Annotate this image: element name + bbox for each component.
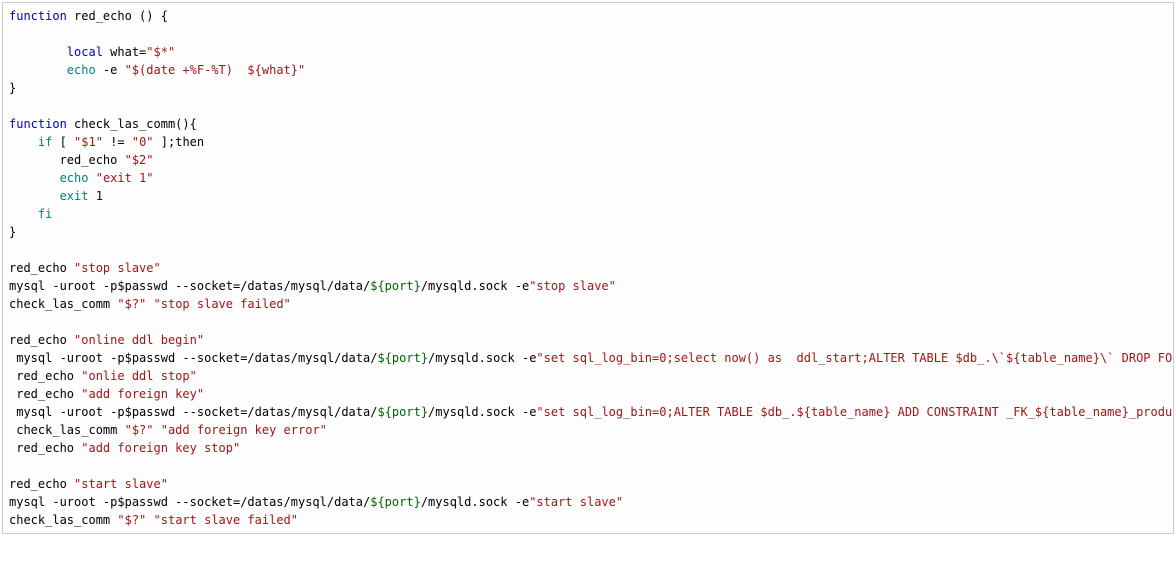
string-literal: "start slave" [74, 477, 168, 491]
keyword-echo: echo [9, 63, 96, 77]
keyword-function: function [9, 9, 67, 23]
code-text: 1 [88, 189, 102, 203]
code-text: -e [96, 63, 125, 77]
code-text: red_echo [9, 477, 74, 491]
variable: ${port} [370, 495, 421, 509]
code-text: mysql -uroot -p$passwd --socket=/datas/m… [9, 495, 370, 509]
code-text: } [9, 81, 16, 95]
code-text [154, 423, 161, 437]
variable: ${port} [377, 405, 428, 419]
string-literal: "exit 1" [96, 171, 154, 185]
string-literal: "add foreign key error" [161, 423, 327, 437]
string-literal: "$?" [125, 423, 154, 437]
code-text: red_echo [9, 387, 81, 401]
code-text: != [103, 135, 132, 149]
code-text: red_echo [9, 153, 125, 167]
code-text: /mysqld.sock -e [421, 495, 529, 509]
string-literal: "stop slave failed" [154, 297, 291, 311]
code-text [146, 513, 153, 527]
code-text: check_las_comm [9, 297, 117, 311]
string-literal: "$?" [117, 513, 146, 527]
keyword-if: if [9, 135, 52, 149]
string-literal: "0" [132, 135, 154, 149]
code-text [88, 171, 95, 185]
keyword-local: local [9, 45, 103, 59]
string-literal: "set sql_log_bin=0;select now() as ddl_s… [536, 351, 1174, 365]
string-literal: "stop slave" [74, 261, 161, 275]
variable: ${port} [377, 351, 428, 365]
code-block: function red_echo () { local what="$*" e… [2, 2, 1174, 534]
keyword-function: function [9, 117, 67, 131]
variable: ${port} [370, 279, 421, 293]
code-text: check_las_comm [9, 513, 117, 527]
code-text: red_echo [9, 441, 81, 455]
string-literal: "start slave" [529, 495, 623, 509]
string-literal: "$(date +%F-%T) ${what}" [125, 63, 306, 77]
string-literal: "add foreign key" [81, 387, 204, 401]
code-text: red_echo [9, 369, 81, 383]
code-text: /mysqld.sock -e [428, 351, 536, 365]
string-literal: "set sql_log_bin=0;ALTER TABLE $db_.${ta… [536, 405, 1174, 419]
code-text: red_echo () { [67, 9, 168, 23]
code-text: /mysqld.sock -e [428, 405, 536, 419]
code-text: what= [103, 45, 146, 59]
string-literal: "onlie ddl stop" [81, 369, 197, 383]
keyword-echo: echo [9, 171, 88, 185]
code-text: /mysqld.sock -e [421, 279, 529, 293]
string-literal: "add foreign key stop" [81, 441, 240, 455]
string-literal: "$*" [146, 45, 175, 59]
string-literal: "$?" [117, 297, 146, 311]
code-text: ];then [154, 135, 205, 149]
string-literal: "$1" [74, 135, 103, 149]
code-text: [ [52, 135, 74, 149]
code-text: check_las_comm [9, 423, 125, 437]
code-text: red_echo [9, 333, 74, 347]
code-text: } [9, 225, 16, 239]
code-text: mysql -uroot -p$passwd --socket=/datas/m… [9, 279, 370, 293]
code-text: check_las_comm(){ [67, 117, 197, 131]
code-text [146, 297, 153, 311]
code-text: red_echo [9, 261, 74, 275]
code-text: mysql -uroot -p$passwd --socket=/datas/m… [9, 405, 377, 419]
string-literal: "start slave failed" [154, 513, 299, 527]
keyword-exit: exit [9, 189, 88, 203]
keyword-fi: fi [9, 207, 52, 221]
code-text: mysql -uroot -p$passwd --socket=/datas/m… [9, 351, 377, 365]
string-literal: "online ddl begin" [74, 333, 204, 347]
string-literal: "stop slave" [529, 279, 616, 293]
string-literal: "$2" [125, 153, 154, 167]
